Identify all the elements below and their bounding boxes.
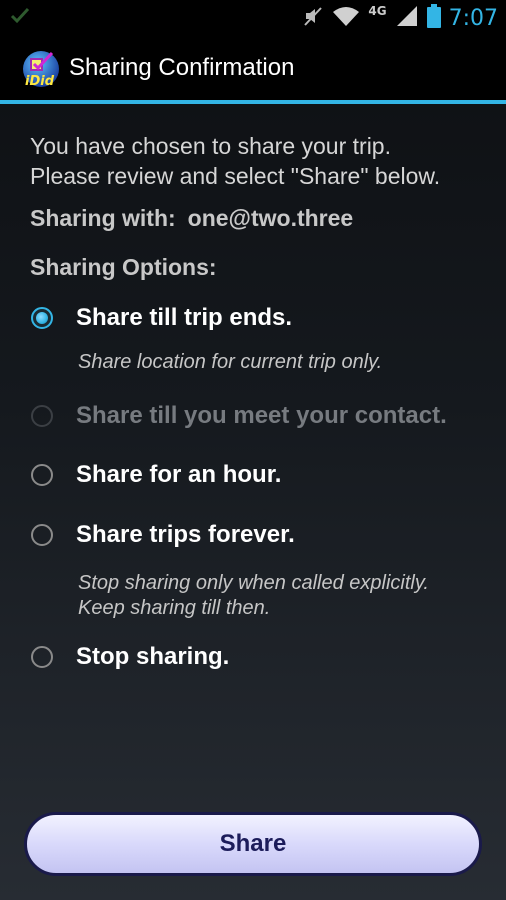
- mute-icon: [302, 5, 324, 32]
- option-description: Stop sharing only when called explicitly…: [78, 571, 429, 621]
- option-description: Share location for current trip only.: [78, 351, 383, 373]
- option-share-trips-forever[interactable]: Share trips forever.: [31, 521, 295, 549]
- app-logo-text: iDid: [25, 74, 55, 88]
- option-stop-sharing[interactable]: Stop sharing.: [31, 643, 229, 671]
- sharing-with-label: Sharing with:: [30, 205, 176, 231]
- option-label: Share for an hour.: [76, 461, 282, 488]
- intro-line-1: You have chosen to share your trip.: [30, 133, 391, 159]
- battery-icon: [426, 3, 441, 33]
- option-label: Share till you meet your contact.: [76, 402, 447, 429]
- status-time: 7:07: [448, 5, 498, 31]
- network-type: 4G: [368, 4, 387, 18]
- option-description-line-1: Stop sharing only when called explicitly…: [78, 572, 429, 594]
- sharing-with: Sharing with: one@two.three: [30, 205, 353, 232]
- sharing-options-label: Sharing Options:: [30, 254, 217, 280]
- radio-button[interactable]: [31, 524, 53, 546]
- radio-button-disabled: [31, 405, 53, 427]
- radio-button[interactable]: [31, 464, 53, 486]
- option-share-till-trip-ends[interactable]: Share till trip ends.: [31, 304, 292, 332]
- intro-text: You have chosen to share your trip. Plea…: [30, 131, 500, 191]
- check-icon: [10, 5, 30, 30]
- signal-icon: [395, 4, 419, 33]
- page-title: Sharing Confirmation: [69, 54, 295, 81]
- radio-button-checked[interactable]: [31, 307, 53, 329]
- option-label: Share trips forever.: [76, 521, 295, 548]
- option-label: Stop sharing.: [76, 643, 230, 670]
- action-bar: iDid Sharing Confirmation: [0, 36, 506, 104]
- option-share-till-meet-contact: Share till you meet your contact.: [31, 402, 447, 430]
- status-bar: 4G 7:07: [0, 0, 506, 36]
- intro-line-2: Please review and select "Share" below.: [30, 163, 441, 189]
- wifi-icon: [332, 5, 360, 32]
- radio-button[interactable]: [31, 646, 53, 668]
- app-logo-icon[interactable]: iDid: [22, 50, 60, 89]
- option-description-line-2: Keep sharing till then.: [78, 597, 271, 619]
- share-button[interactable]: Share: [24, 812, 482, 876]
- sharing-with-email: one@two.three: [187, 205, 354, 231]
- option-share-for-an-hour[interactable]: Share for an hour.: [31, 461, 281, 489]
- option-label: Share till trip ends.: [76, 304, 293, 331]
